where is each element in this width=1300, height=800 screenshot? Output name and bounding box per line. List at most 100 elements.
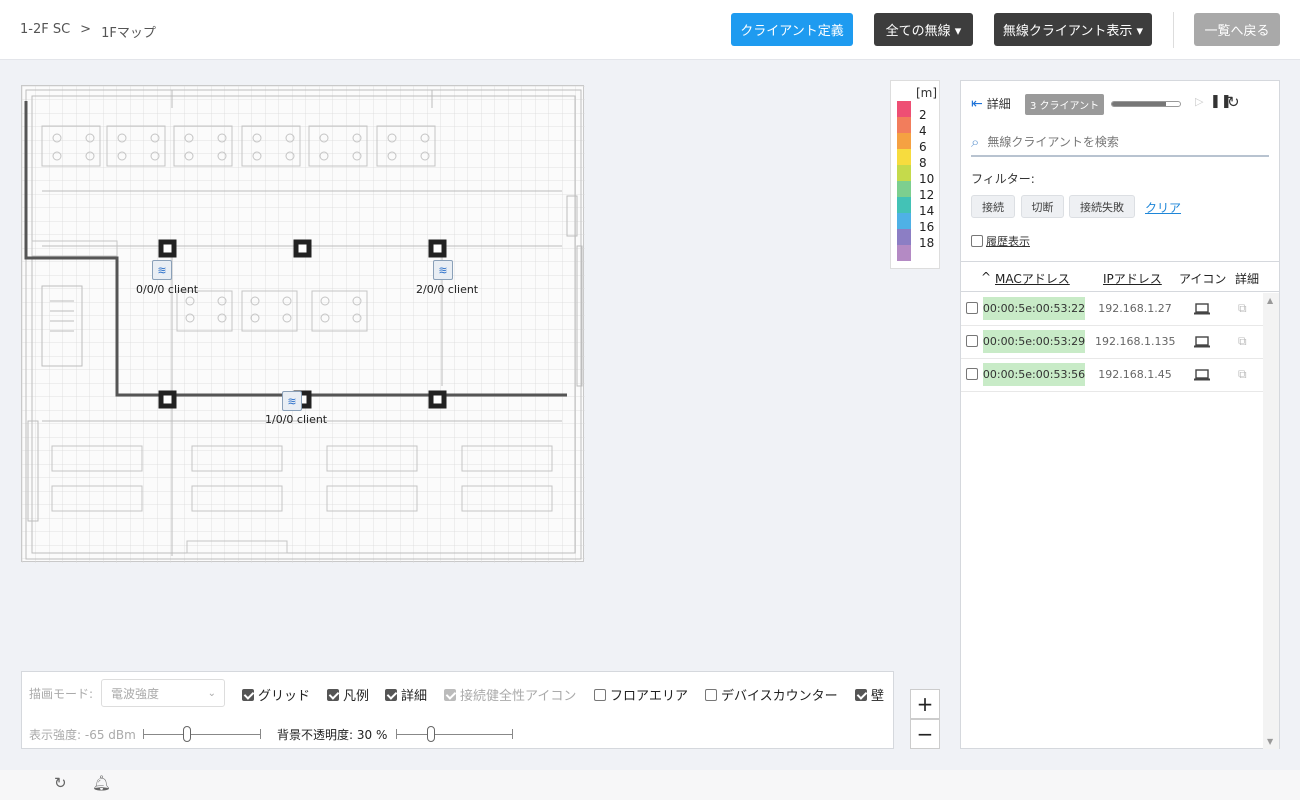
wall-checkbox[interactable]: [855, 688, 867, 701]
ip-column-header[interactable]: IPアドレス: [1103, 270, 1162, 287]
play-icon[interactable]: ▷: [1195, 95, 1203, 108]
detail-column-header: 詳細: [1235, 272, 1260, 286]
filter-disconnected-chip[interactable]: 切断: [1021, 195, 1064, 218]
grid-label: グリッド: [258, 689, 311, 704]
client-count-badge: 3 クライアント: [1025, 94, 1105, 115]
client-search[interactable]: ⌕: [971, 129, 1269, 157]
external-link-icon[interactable]: ⧉: [1238, 367, 1247, 382]
playback-progress[interactable]: [1111, 101, 1181, 107]
access-point-icon[interactable]: ≋: [152, 260, 172, 280]
legend-value: 12: [919, 188, 935, 202]
slider-end: [396, 729, 397, 739]
legend-value: 2: [919, 108, 927, 122]
all-wireless-dropdown[interactable]: 全ての無線 ▾: [874, 13, 973, 46]
scroll-up-icon[interactable]: ▲: [1267, 296, 1273, 305]
legend-value: 14: [919, 204, 935, 218]
wireless-client-display-dropdown[interactable]: 無線クライアント表示 ▾: [994, 13, 1152, 46]
back-to-list-button[interactable]: 一覧へ戻る: [1194, 13, 1280, 46]
legend-value: 8: [919, 156, 927, 170]
device-counter-toggle[interactable]: デバイスカウンター: [705, 685, 838, 704]
legend-toggle[interactable]: 凡例: [327, 685, 369, 704]
floor-area-toggle[interactable]: フロアエリア: [594, 685, 688, 704]
legend-value: 4: [919, 124, 927, 138]
detail-toggle[interactable]: 詳細: [385, 685, 427, 704]
detail-checkbox[interactable]: [385, 688, 397, 701]
device-counter-label: デバイスカウンター: [721, 689, 838, 704]
chevron-down-icon: ⌄: [207, 687, 216, 699]
laptop-icon: [1194, 336, 1210, 348]
client-search-input[interactable]: [987, 135, 1238, 149]
access-point-icon[interactable]: ≋: [433, 260, 453, 280]
legend-value: 10: [919, 172, 935, 186]
client-table-body: 00:00:5e:00:53:22 192.168.1.27 ⧉ 00:00:5…: [961, 293, 1263, 392]
zoom-out-button[interactable]: −: [910, 719, 940, 749]
display-strength-slider[interactable]: [143, 726, 261, 742]
history-label: 履歴表示: [986, 235, 1030, 248]
mac-address: 00:00:5e:00:53:56: [983, 363, 1085, 386]
draw-mode-select[interactable]: 電波強度 ⌄: [101, 679, 225, 707]
collapse-arrow-icon: ⇤: [971, 95, 983, 112]
external-link-icon[interactable]: ⧉: [1238, 334, 1247, 349]
scroll-down-icon[interactable]: ▼: [1267, 737, 1273, 746]
panel-collapse-button[interactable]: ⇤ 詳細: [971, 95, 1011, 112]
access-point-icon[interactable]: ≋: [282, 391, 302, 411]
table-row[interactable]: 00:00:5e:00:53:56 192.168.1.45 ⧉: [961, 359, 1263, 392]
breadcrumb-site[interactable]: 1-2F SC: [20, 22, 70, 41]
table-scrollbar[interactable]: ▲ ▼: [1263, 293, 1279, 749]
floor-map[interactable]: ≋ 0/0/0 client ≋ 2/0/0 client ≋ 1/0/0 cl…: [21, 85, 585, 563]
wall-toggle[interactable]: 壁: [855, 685, 884, 704]
grid-checkbox[interactable]: [242, 688, 254, 701]
legend-swatch: [897, 181, 911, 197]
sort-indicator-icon: ^: [981, 270, 992, 284]
clear-filter-link[interactable]: クリア: [1145, 199, 1181, 216]
mac-address: 00:00:5e:00:53:22: [983, 297, 1085, 320]
row-checkbox[interactable]: [966, 368, 978, 380]
draw-mode-label: 描画モード:: [29, 687, 94, 701]
detail-label: 詳細: [401, 689, 428, 704]
table-row[interactable]: 00:00:5e:00:53:22 192.168.1.27 ⧉: [961, 293, 1263, 326]
grid-toggle[interactable]: グリッド: [242, 685, 310, 704]
bell-icon[interactable]: 🔔︎: [92, 774, 111, 792]
bg-opacity-slider[interactable]: [396, 726, 513, 742]
slider-end: [143, 729, 144, 739]
external-link-icon[interactable]: ⧉: [1238, 301, 1247, 316]
slider-handle[interactable]: [182, 726, 191, 742]
refresh-icon[interactable]: ↻: [1227, 93, 1240, 111]
header-divider: [1173, 12, 1174, 48]
legend-swatch: [897, 229, 911, 245]
filter-connected-chip[interactable]: 接続: [971, 195, 1015, 218]
slider-handle[interactable]: [427, 726, 436, 742]
map-options-toolbar: 描画モード: 電波強度 ⌄ グリッド 凡例 詳細 接続健全性アイコン フロアエリ…: [21, 671, 894, 749]
legend-swatch: [897, 165, 911, 181]
slider-track: [143, 734, 261, 735]
legend-swatch: [897, 213, 911, 229]
playback-progress-fill: [1112, 102, 1167, 106]
breadcrumb-map: 1Fマップ: [101, 26, 156, 41]
row-checkbox[interactable]: [966, 302, 978, 314]
refresh-icon[interactable]: ↻: [54, 774, 67, 792]
floor-plan-drawing: [22, 86, 585, 563]
row-checkbox[interactable]: [966, 335, 978, 347]
access-point-label: 0/0/0 client: [136, 283, 199, 296]
search-icon: ⌕: [971, 133, 980, 151]
mac-column-header[interactable]: MACアドレス: [995, 270, 1070, 287]
legend-checkbox[interactable]: [327, 688, 339, 701]
table-row[interactable]: 00:00:5e:00:53:29 192.168.1.135 ⧉: [961, 326, 1263, 359]
history-checkbox[interactable]: [971, 235, 983, 247]
mac-address: 00:00:5e:00:53:29: [983, 330, 1085, 353]
ip-address: 192.168.1.27: [1098, 302, 1172, 315]
health-icon-label: 接続健全性アイコン: [460, 689, 577, 704]
floor-area-checkbox[interactable]: [594, 688, 606, 701]
legend-label: 凡例: [343, 689, 370, 704]
legend-unit: [m]: [916, 86, 938, 100]
legend-swatch: [897, 101, 911, 117]
ip-address: 192.168.1.45: [1098, 368, 1172, 381]
access-point-label: 1/0/0 client: [265, 413, 328, 426]
slider-track: [396, 734, 513, 735]
device-counter-checkbox[interactable]: [705, 688, 717, 701]
filter-label: フィルター:: [971, 172, 1035, 186]
filter-failed-chip[interactable]: 接続失敗: [1069, 195, 1135, 218]
zoom-in-button[interactable]: +: [910, 689, 940, 719]
client-definition-button[interactable]: クライアント定義: [731, 13, 853, 46]
history-toggle[interactable]: 履歴表示: [971, 233, 1030, 249]
